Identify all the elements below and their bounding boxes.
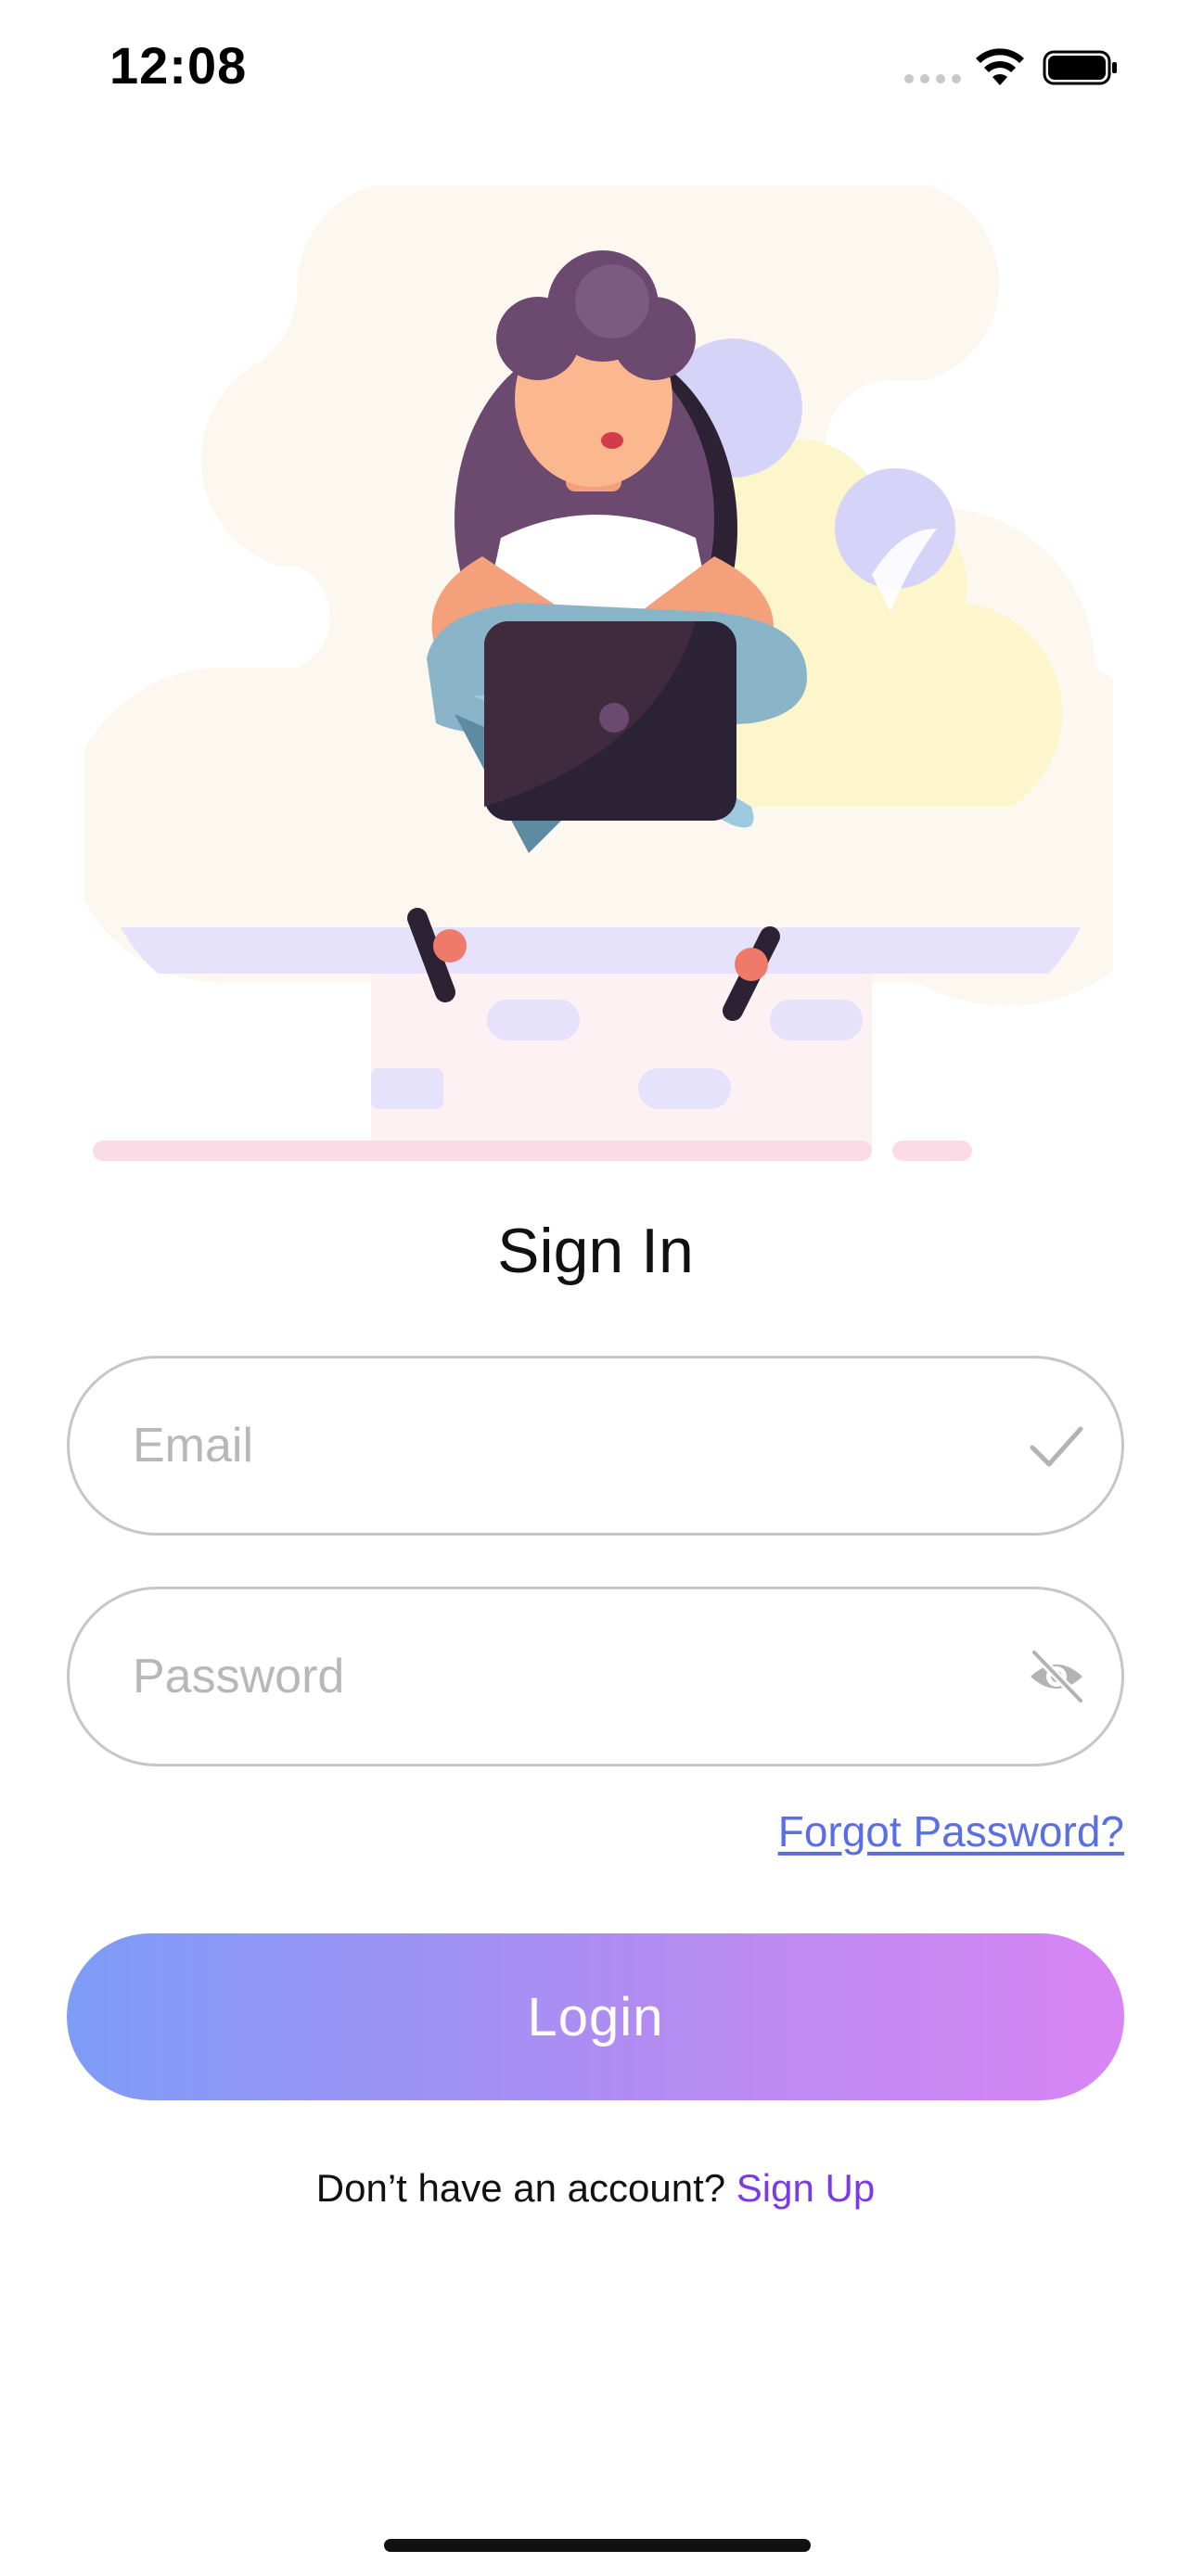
status-bar: 12:08 <box>0 0 1191 130</box>
status-time: 12:08 <box>109 36 248 95</box>
battery-icon <box>1043 50 1117 85</box>
forgot-password-link[interactable]: Forgot Password? <box>778 1806 1124 1856</box>
no-account-text: Don’t have an account? <box>315 2166 726 2210</box>
email-field[interactable] <box>67 1356 1124 1536</box>
ground-line <box>93 1141 872 1161</box>
sign-in-screen: 12:08 Sign In Email Forgot Password? Log… <box>0 0 1191 2576</box>
password-field[interactable] <box>67 1587 1124 1766</box>
sign-up-link[interactable]: Sign Up <box>736 2166 875 2210</box>
hero-illustration <box>83 185 1113 1161</box>
password-input[interactable] <box>133 1589 986 1764</box>
login-button[interactable]: Login <box>67 1933 1124 2100</box>
wifi-icon <box>976 48 1024 85</box>
checkmark-icon <box>1030 1426 1083 1467</box>
email-input[interactable] <box>133 1358 986 1533</box>
eye-slash-icon[interactable] <box>1027 1647 1086 1706</box>
page-title: Sign In <box>497 1216 694 1286</box>
horizon-band <box>121 927 1081 974</box>
signup-prompt: Don’t have an account? Sign Up <box>0 2166 1191 2211</box>
home-indicator[interactable] <box>384 2539 811 2552</box>
cellular-signal-icon <box>904 74 961 83</box>
